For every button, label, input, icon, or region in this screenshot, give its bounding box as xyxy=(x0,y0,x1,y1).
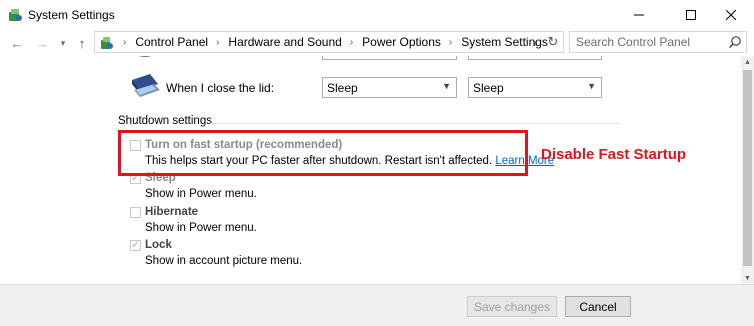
battery-icon xyxy=(138,56,152,57)
chevron-right-icon[interactable]: › xyxy=(216,37,219,48)
lid-on-battery-select[interactable]: Sleep ▼ xyxy=(468,77,602,98)
breadcrumb-item[interactable]: Hardware and Sound xyxy=(228,35,341,49)
arrow-left-icon: ← xyxy=(10,35,24,51)
refresh-icon: ↻ xyxy=(547,34,559,49)
chevron-right-icon[interactable]: › xyxy=(350,37,353,48)
control-panel-icon xyxy=(9,9,22,21)
annotation-highlight-box xyxy=(118,130,528,176)
title-bar: System Settings xyxy=(0,0,754,30)
select-value: Sleep xyxy=(473,81,504,95)
option-description: Show in Power menu. xyxy=(145,188,257,200)
cancel-button[interactable]: Cancel xyxy=(565,296,631,317)
maximize-icon xyxy=(686,10,696,20)
shutdown-settings-heading: Shutdown settings xyxy=(118,115,212,127)
address-bar[interactable]: › Control Panel › Hardware and Sound › P… xyxy=(94,31,564,53)
recent-locations-button[interactable]: ▾ xyxy=(54,33,72,53)
settings-content: When I close the lid: Sleep ▼ Sleep ▼ Sh… xyxy=(0,56,741,284)
option-description: Show in account picture menu. xyxy=(145,255,303,267)
option-title: Hibernate xyxy=(145,206,199,218)
select-value: Sleep xyxy=(327,81,358,95)
window-title: System Settings xyxy=(28,8,115,22)
address-dropdown-button[interactable]: ▾ xyxy=(529,36,541,50)
power-button-battery-select[interactable] xyxy=(468,56,602,60)
search-icon[interactable] xyxy=(728,35,742,49)
chevron-right-icon[interactable]: › xyxy=(449,37,452,48)
close-button[interactable] xyxy=(708,0,754,30)
refresh-button[interactable]: ↻ xyxy=(545,34,561,50)
chevron-right-icon: › xyxy=(123,36,127,48)
breadcrumb-item[interactable]: Power Options xyxy=(362,35,441,49)
power-button-plugged-select[interactable] xyxy=(322,56,457,60)
option-title: Lock xyxy=(145,239,172,251)
lid-plugged-in-select[interactable]: Sleep ▼ xyxy=(322,77,457,98)
forward-button[interactable]: → xyxy=(33,33,51,53)
navigation-bar: ← → ▾ ↑ › Control Panel › Hardware and S… xyxy=(0,30,754,56)
lid-close-label: When I close the lid: xyxy=(166,81,275,95)
dialog-footer: Save changes Cancel xyxy=(0,284,754,326)
chevron-down-icon: ▾ xyxy=(532,37,538,48)
laptop-lid-icon xyxy=(132,74,160,97)
breadcrumb: › Control Panel › Hardware and Sound › P… xyxy=(115,35,548,49)
back-button[interactable]: ← xyxy=(8,33,26,53)
breadcrumb-item[interactable]: Control Panel xyxy=(135,35,208,49)
vertical-scrollbar[interactable]: ▲ ▼ xyxy=(741,56,754,284)
section-divider xyxy=(210,123,620,124)
chevron-down-icon: ▾ xyxy=(60,37,66,48)
close-icon xyxy=(726,10,736,20)
save-changes-button[interactable]: Save changes xyxy=(467,296,557,317)
scroll-down-button[interactable]: ▼ xyxy=(741,272,754,284)
chevron-down-icon: ▼ xyxy=(587,81,596,91)
triangle-down-icon: ▼ xyxy=(744,274,751,282)
hibernate-checkbox[interactable] xyxy=(130,207,141,218)
control-panel-icon xyxy=(101,37,113,49)
lock-checkbox[interactable] xyxy=(130,238,141,251)
up-button[interactable]: ↑ xyxy=(73,33,91,53)
search-input[interactable] xyxy=(576,35,726,49)
scrollbar-thumb[interactable] xyxy=(743,70,752,266)
search-box[interactable] xyxy=(569,31,747,53)
arrow-right-icon: → xyxy=(35,35,49,51)
arrow-up-icon: ↑ xyxy=(78,35,86,51)
scroll-up-button[interactable]: ▲ xyxy=(741,56,754,68)
annotation-label: Disable Fast Startup xyxy=(541,146,687,163)
triangle-up-icon: ▲ xyxy=(744,58,751,66)
option-description: Show in Power menu. xyxy=(145,222,257,234)
chevron-down-icon: ▼ xyxy=(442,81,451,91)
minimize-icon xyxy=(634,14,644,16)
minimize-button[interactable] xyxy=(616,0,662,30)
